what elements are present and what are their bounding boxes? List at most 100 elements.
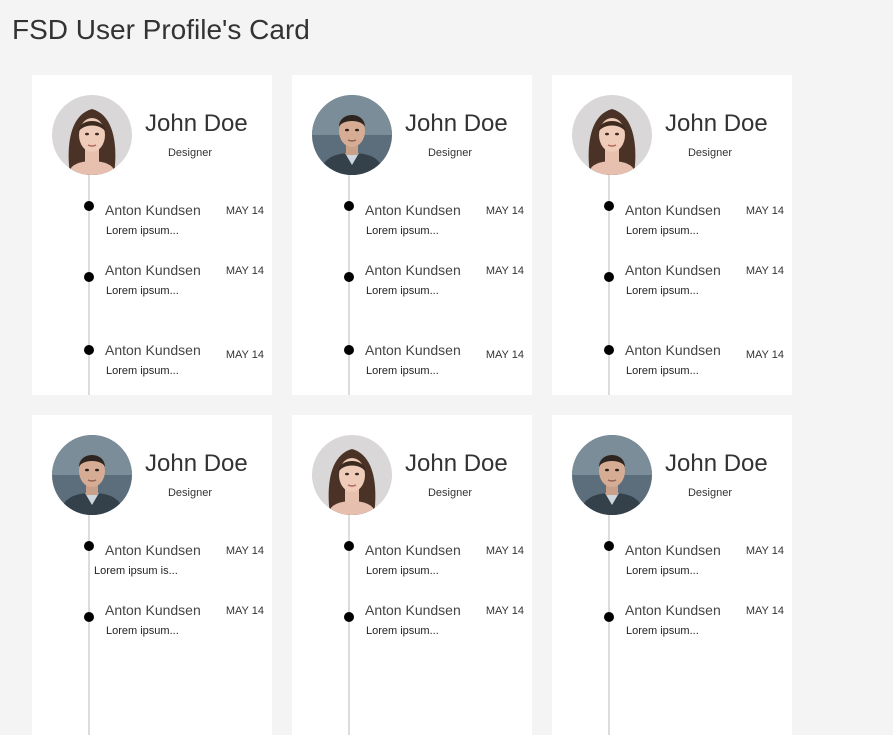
timeline-item: Anton Kundsen MAY 14 Lorem ipsum... bbox=[292, 260, 532, 310]
timeline-item: Anton Kundsen MAY 14 Lorem ipsum... bbox=[552, 600, 792, 650]
avatar bbox=[572, 95, 652, 175]
timeline-text: Lorem ipsum... bbox=[626, 565, 699, 577]
timeline-dot bbox=[84, 201, 94, 211]
timeline-author: Anton Kundsen bbox=[105, 262, 201, 278]
timeline-date: MAY 14 bbox=[485, 605, 524, 617]
timeline-author: Anton Kundsen bbox=[365, 542, 461, 558]
timeline-author: Anton Kundsen bbox=[105, 342, 201, 358]
timeline-text: Lorem ipsum... bbox=[366, 365, 439, 377]
timeline-text: Lorem ipsum... bbox=[366, 225, 439, 237]
timeline-item: Anton Kundsen MAY 14 Lorem ipsum... bbox=[32, 340, 272, 390]
profile-name: John Doe bbox=[665, 450, 768, 477]
timeline-dot bbox=[84, 345, 94, 355]
avatar bbox=[312, 435, 392, 515]
profile-name: John Doe bbox=[405, 110, 508, 137]
timeline-date: MAY 14 bbox=[225, 349, 264, 361]
timeline-text: Lorem ipsum... bbox=[366, 565, 439, 577]
timeline-dot bbox=[344, 612, 354, 622]
timeline-item: Anton Kundsen MAY 14 Lorem ipsum... bbox=[32, 200, 272, 250]
timeline-text: Lorem ipsum... bbox=[366, 625, 439, 637]
timeline-text: Lorem ipsum... bbox=[106, 365, 179, 377]
timeline-date: MAY 14 bbox=[745, 349, 784, 361]
timeline-author: Anton Kundsen bbox=[365, 602, 461, 618]
timeline-date: MAY 14 bbox=[485, 205, 524, 217]
profile-card: John Doe Designer Anton Kundsen MAY 14 L… bbox=[552, 415, 792, 735]
timeline-item: Anton Kundsen MAY 14 Lorem ipsum... bbox=[292, 600, 532, 650]
profile-role: Designer bbox=[167, 487, 213, 499]
timeline-dot bbox=[84, 612, 94, 622]
timeline-author: Anton Kundsen bbox=[625, 262, 721, 278]
timeline-text: Lorem ipsum... bbox=[366, 285, 439, 297]
timeline-dot bbox=[604, 541, 614, 551]
timeline-dot bbox=[84, 541, 94, 551]
timeline-dot bbox=[604, 612, 614, 622]
timeline-author: Anton Kundsen bbox=[365, 342, 461, 358]
timeline-text: Lorem ipsum... bbox=[626, 285, 699, 297]
timeline-dot bbox=[604, 345, 614, 355]
profile-card: John Doe Designer Anton Kundsen MAY 14 L… bbox=[292, 415, 532, 735]
timeline-author: Anton Kundsen bbox=[625, 542, 721, 558]
profile-role: Designer bbox=[167, 147, 213, 159]
timeline-item: Anton Kundsen MAY 14 Lorem ipsum... bbox=[32, 600, 272, 650]
timeline-text: Lorem ipsum is... bbox=[94, 565, 178, 577]
profile-role: Designer bbox=[687, 147, 733, 159]
timeline-text: Lorem ipsum... bbox=[106, 625, 179, 637]
timeline-date: MAY 14 bbox=[745, 545, 784, 557]
timeline-text: Lorem ipsum... bbox=[106, 225, 179, 237]
timeline-dot bbox=[344, 541, 354, 551]
timeline-item: Anton Kundsen MAY 14 Lorem ipsum... bbox=[292, 340, 532, 390]
timeline-text: Lorem ipsum... bbox=[106, 285, 179, 297]
timeline-author: Anton Kundsen bbox=[625, 202, 721, 218]
timeline-dot bbox=[604, 201, 614, 211]
profile-role: Designer bbox=[427, 147, 473, 159]
timeline-dot bbox=[344, 272, 354, 282]
timeline-item: Anton Kundsen MAY 14 Lorem ipsum... bbox=[292, 200, 532, 250]
timeline-author: Anton Kundsen bbox=[625, 602, 721, 618]
avatar bbox=[312, 95, 392, 175]
page-title: FSD User Profile's Card bbox=[12, 14, 310, 45]
timeline-author: Anton Kundsen bbox=[365, 202, 461, 218]
timeline-date: MAY 14 bbox=[485, 545, 524, 557]
timeline-item: Anton Kundsen MAY 14 Lorem ipsum... bbox=[552, 540, 792, 590]
profile-name: John Doe bbox=[405, 450, 508, 477]
timeline-item: Anton Kundsen MAY 14 Lorem ipsum... bbox=[552, 340, 792, 390]
timeline-date: MAY 14 bbox=[485, 349, 524, 361]
timeline-date: MAY 14 bbox=[225, 605, 264, 617]
profile-name: John Doe bbox=[145, 110, 248, 137]
profile-card: John Doe Designer Anton Kundsen MAY 14 L… bbox=[552, 75, 792, 395]
timeline-dot bbox=[604, 272, 614, 282]
timeline-item: Anton Kundsen MAY 14 Lorem ipsum... bbox=[32, 260, 272, 310]
timeline-date: MAY 14 bbox=[745, 605, 784, 617]
timeline-text: Lorem ipsum... bbox=[626, 365, 699, 377]
timeline-author: Anton Kundsen bbox=[105, 602, 201, 618]
timeline-author: Anton Kundsen bbox=[105, 542, 201, 558]
timeline-author: Anton Kundsen bbox=[625, 342, 721, 358]
timeline-date: MAY 14 bbox=[225, 545, 264, 557]
timeline-dot bbox=[84, 272, 94, 282]
timeline-date: MAY 14 bbox=[225, 265, 264, 277]
profile-card: John Doe Designer Anton Kundsen MAY 14 L… bbox=[292, 75, 532, 395]
profile-role: Designer bbox=[687, 487, 733, 499]
timeline-item: Anton Kundsen MAY 14 Lorem ipsum... bbox=[292, 540, 532, 590]
profile-name: John Doe bbox=[665, 110, 768, 137]
timeline-text: Lorem ipsum... bbox=[626, 625, 699, 637]
profile-name: John Doe bbox=[145, 450, 248, 477]
avatar bbox=[52, 95, 132, 175]
timeline-date: MAY 14 bbox=[485, 265, 524, 277]
timeline-dot bbox=[344, 201, 354, 211]
timeline-dot bbox=[344, 345, 354, 355]
timeline-date: MAY 14 bbox=[225, 205, 264, 217]
profile-role: Designer bbox=[427, 487, 473, 499]
timeline-date: MAY 14 bbox=[745, 265, 784, 277]
timeline-item: Anton Kundsen MAY 14 Lorem ipsum... bbox=[552, 200, 792, 250]
timeline-date: MAY 14 bbox=[745, 205, 784, 217]
timeline-item: Anton Kundsen MAY 14 Lorem ipsum is... bbox=[32, 540, 272, 590]
profile-card: John Doe Designer Anton Kundsen MAY 14 L… bbox=[32, 415, 272, 735]
profile-card: John Doe Designer Anton Kundsen MAY 14 L… bbox=[32, 75, 272, 395]
timeline-text: Lorem ipsum... bbox=[626, 225, 699, 237]
timeline-author: Anton Kundsen bbox=[105, 202, 201, 218]
avatar bbox=[572, 435, 652, 515]
timeline-item: Anton Kundsen MAY 14 Lorem ipsum... bbox=[552, 260, 792, 310]
timeline-author: Anton Kundsen bbox=[365, 262, 461, 278]
avatar bbox=[52, 435, 132, 515]
